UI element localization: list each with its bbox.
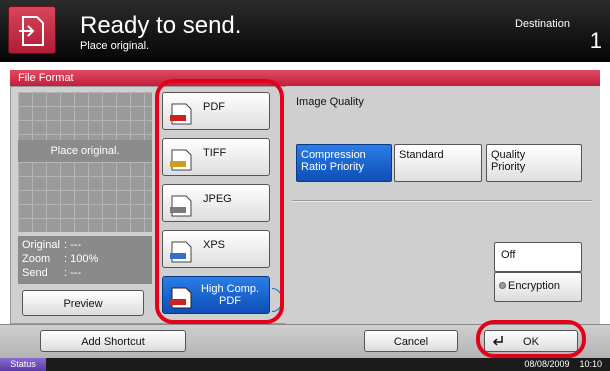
format-jpeg-button[interactable]: JPEG [162,184,270,222]
tiff-file-icon [170,149,192,171]
info-row-zoom: Zoom : 100% [22,252,148,266]
high-comp-pdf-file-icon [170,287,192,309]
header-bar: Ready to send. Place original. Destinati… [0,0,610,62]
pdf-file-icon [170,103,192,125]
info-value: : --- [64,239,82,251]
status-button[interactable]: Status [0,358,46,371]
format-label: JPEG [203,193,232,205]
image-quality-label: Image Quality [296,96,364,108]
xps-file-icon [170,241,192,263]
encryption-value: Off [494,242,582,272]
divider [292,200,592,202]
info-key: Original [22,239,60,251]
format-label: TIFF [203,147,227,159]
ok-button[interactable]: OK [484,330,578,352]
send-mode-icon [8,6,56,54]
cancel-button[interactable]: Cancel [364,330,458,352]
date-text: 08/08/2009 [524,359,570,369]
return-arrow-icon [492,336,503,346]
original-info: Original : --- Zoom : 100% Send : --- [18,236,152,284]
quality-priority-button[interactable]: Quality Priority [486,144,582,182]
preview-area [18,92,152,232]
info-key: Send [22,267,48,279]
format-tiff-button[interactable]: TIFF [162,138,270,176]
format-label: XPS [203,239,226,251]
preview-button[interactable]: Preview [22,290,144,316]
format-xps-button[interactable]: XPS [162,230,270,268]
format-high-comp-pdf-button[interactable]: High Comp. PDF [162,276,270,314]
info-key: Zoom [22,253,51,265]
selection-bracket-icon [272,288,282,312]
ok-label: OK [523,336,539,348]
preview-placeholder: Place original. [18,140,152,162]
info-row-original: Original : --- [22,238,148,252]
encryption-button[interactable]: Encryption [494,272,582,302]
format-label: High Comp. PDF [200,283,260,307]
standard-quality-button[interactable]: Standard [394,144,482,182]
jpeg-file-icon [170,195,192,217]
info-row-send: Send : --- [22,266,148,280]
compression-ratio-priority-button[interactable]: Compression Ratio Priority [296,144,392,182]
encryption-label: Encryption [508,280,560,292]
format-pdf-button[interactable]: PDF [162,92,270,130]
format-label: PDF [203,101,225,113]
destination-label: Destination [514,18,570,30]
info-value: : 100% [64,253,99,265]
status-title: Ready to send. [80,12,242,39]
status-subtitle: Place original. [80,40,150,52]
info-value: : --- [64,267,82,279]
destination-count: 1 [589,28,602,53]
file-format-list: PDF TIFF JPEG XPS High Comp. PDF [152,86,286,324]
date-time: 08/08/2009 10:10 [514,358,602,371]
screen-title: File Format [10,70,600,86]
add-shortcut-button[interactable]: Add Shortcut [40,330,186,352]
radio-dot-icon [499,282,506,289]
time-text: 10:10 [579,359,602,369]
